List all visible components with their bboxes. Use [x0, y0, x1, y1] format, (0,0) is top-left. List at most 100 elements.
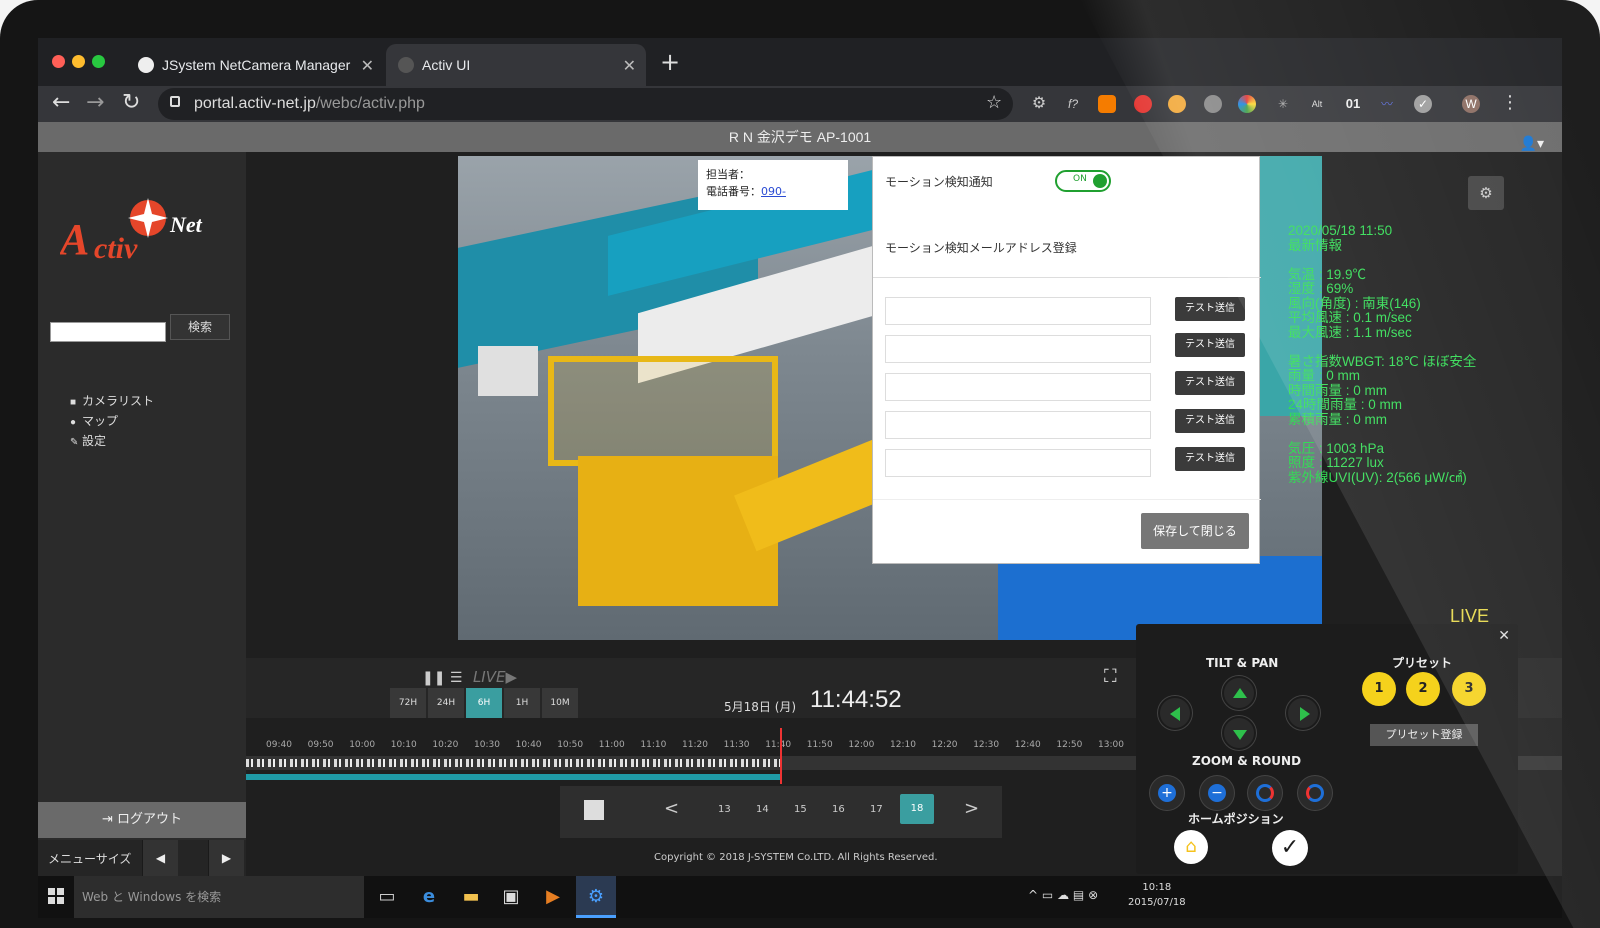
profile-avatar[interactable]: W: [1462, 95, 1480, 113]
kebab-menu-icon[interactable]: ⋮: [1501, 92, 1519, 113]
email-field[interactable]: [885, 373, 1151, 401]
folder-icon[interactable]: ▬: [460, 886, 482, 908]
search-input[interactable]: [50, 322, 166, 342]
range-6h[interactable]: 6H: [466, 688, 502, 718]
network-icon[interactable]: ▭: [1042, 888, 1053, 902]
gear-ext-icon[interactable]: ⚙: [1030, 95, 1048, 113]
day-17[interactable]: 17: [870, 804, 883, 815]
back-arrow-icon[interactable]: ←: [52, 90, 70, 115]
cloud-icon[interactable]: ☁: [1057, 888, 1069, 902]
search-button[interactable]: 検索: [170, 314, 230, 340]
sensor-line: 平均風速 : 0.1 m/sec: [1288, 310, 1412, 325]
day-15[interactable]: 15: [794, 804, 807, 815]
chevron-up-icon[interactable]: ^: [1028, 888, 1038, 902]
contact-phone-link[interactable]: 090-: [761, 185, 786, 198]
preset-2-button[interactable]: 2: [1406, 672, 1440, 706]
minimize-window-dot[interactable]: [72, 55, 85, 68]
fullscreen-icon[interactable]: ⛶: [1104, 666, 1117, 687]
test-send-button[interactable]: テスト送信: [1175, 409, 1245, 433]
logout-button[interactable]: ⇥ ログアウト: [38, 802, 246, 838]
timeline-cursor[interactable]: [780, 728, 782, 784]
day-13[interactable]: 13: [718, 804, 731, 815]
prev-day-icon[interactable]: <: [664, 798, 679, 819]
range-24h[interactable]: 24H: [428, 688, 464, 718]
live-button[interactable]: LIVE▶: [473, 668, 517, 686]
test-send-button[interactable]: テスト送信: [1175, 371, 1245, 395]
rotate-left-button[interactable]: [1248, 776, 1282, 810]
calendar-icon[interactable]: [584, 800, 604, 820]
email-field[interactable]: [885, 411, 1151, 439]
email-field[interactable]: [885, 449, 1151, 477]
save-close-button[interactable]: 保存して閉じる: [1141, 513, 1249, 549]
wave-ext-icon[interactable]: 〰: [1378, 95, 1396, 113]
preset-3-button[interactable]: 3: [1452, 672, 1486, 706]
edge-icon[interactable]: e: [418, 886, 440, 908]
formula-ext-icon[interactable]: f?: [1064, 95, 1082, 113]
tab-jsystem[interactable]: JSystem NetCamera Manager ✕: [126, 44, 384, 86]
close-tab-icon[interactable]: ✕: [361, 56, 374, 76]
alt-ext-icon[interactable]: Alt: [1308, 95, 1326, 113]
pan-right-button[interactable]: [1286, 696, 1320, 730]
pan-left-button[interactable]: [1158, 696, 1192, 730]
motion-notify-toggle[interactable]: ON: [1055, 170, 1111, 192]
settings-gear-button[interactable]: ⚙: [1468, 176, 1504, 210]
tilt-up-button[interactable]: [1222, 676, 1256, 710]
sidebar-item-map[interactable]: ● マップ: [70, 412, 118, 429]
tick-label: 12:20: [931, 740, 958, 750]
store-icon[interactable]: ▣: [500, 886, 522, 908]
active-app[interactable]: ⚙: [576, 876, 616, 918]
zoom-out-button[interactable]: −: [1200, 776, 1234, 810]
email-field[interactable]: [885, 297, 1151, 325]
pause-icon[interactable]: ❚❚: [422, 670, 445, 686]
chart-ext-icon[interactable]: [1098, 95, 1116, 113]
list-icon[interactable]: ☰: [450, 670, 463, 686]
volume-icon[interactable]: ⊗: [1088, 888, 1098, 902]
sidebar-item-camera-list[interactable]: ■ カメラリスト: [70, 392, 154, 409]
taskbar-search[interactable]: Web と Windows を検索: [74, 876, 364, 918]
test-send-button[interactable]: テスト送信: [1175, 333, 1245, 357]
binary-ext-icon[interactable]: 01: [1344, 95, 1362, 113]
close-icon[interactable]: ✕: [1498, 628, 1510, 644]
day-14[interactable]: 14: [756, 804, 769, 815]
reload-icon[interactable]: ↻: [122, 90, 140, 115]
day-16[interactable]: 16: [832, 804, 845, 815]
test-send-button[interactable]: テスト送信: [1175, 297, 1245, 321]
maximize-window-dot[interactable]: [92, 55, 105, 68]
zoom-in-button[interactable]: +: [1150, 776, 1184, 810]
address-bar[interactable]: portal.activ-net.jp/webc/activ.php: [158, 88, 1013, 120]
person-ext-icon[interactable]: [1134, 95, 1152, 113]
range-1h[interactable]: 1H: [504, 688, 540, 718]
new-tab-icon[interactable]: +: [660, 48, 680, 76]
forward-arrow-icon[interactable]: →: [86, 90, 104, 115]
rotate-right-button[interactable]: [1298, 776, 1332, 810]
bookmark-star-icon[interactable]: ☆: [986, 92, 1002, 113]
preset-register-button[interactable]: プリセット登録: [1370, 724, 1478, 746]
range-10m[interactable]: 10M: [542, 688, 578, 718]
check-ext-icon[interactable]: ✓: [1414, 95, 1432, 113]
preset-1-button[interactable]: 1: [1362, 672, 1396, 706]
home-button[interactable]: ⌂: [1174, 830, 1208, 864]
close-tab-icon[interactable]: ✕: [623, 56, 636, 76]
taskbar-clock[interactable]: 10:18 2015/07/18: [1128, 880, 1186, 910]
range-72h[interactable]: 72H: [390, 688, 426, 718]
windows-start-icon[interactable]: [48, 888, 64, 904]
sun-ext-icon[interactable]: [1168, 95, 1186, 113]
message-icon[interactable]: ▤: [1073, 888, 1084, 902]
close-window-dot[interactable]: [52, 55, 65, 68]
color-ext-icon[interactable]: [1238, 95, 1256, 113]
sidebar-item-settings[interactable]: ✎ 設定: [70, 432, 106, 449]
media-icon[interactable]: ▶: [542, 886, 564, 908]
circle-ext-icon[interactable]: [1204, 95, 1222, 113]
email-field[interactable]: [885, 335, 1151, 363]
next-day-icon[interactable]: >: [964, 798, 979, 819]
set-home-button[interactable]: ✓: [1272, 830, 1308, 866]
day-18[interactable]: 18: [900, 794, 934, 824]
menu-shrink-button[interactable]: ◀: [142, 840, 178, 876]
test-send-button[interactable]: テスト送信: [1175, 447, 1245, 471]
tilt-down-button[interactable]: [1222, 716, 1256, 750]
task-view-icon[interactable]: ▭: [376, 886, 398, 908]
spark-ext-icon[interactable]: ✳: [1274, 95, 1292, 113]
tab-activ-ui[interactable]: Activ UI ✕: [386, 44, 646, 86]
menu-expand-button[interactable]: ▶: [208, 840, 244, 876]
user-menu-icon[interactable]: 👤▾: [1520, 128, 1544, 158]
